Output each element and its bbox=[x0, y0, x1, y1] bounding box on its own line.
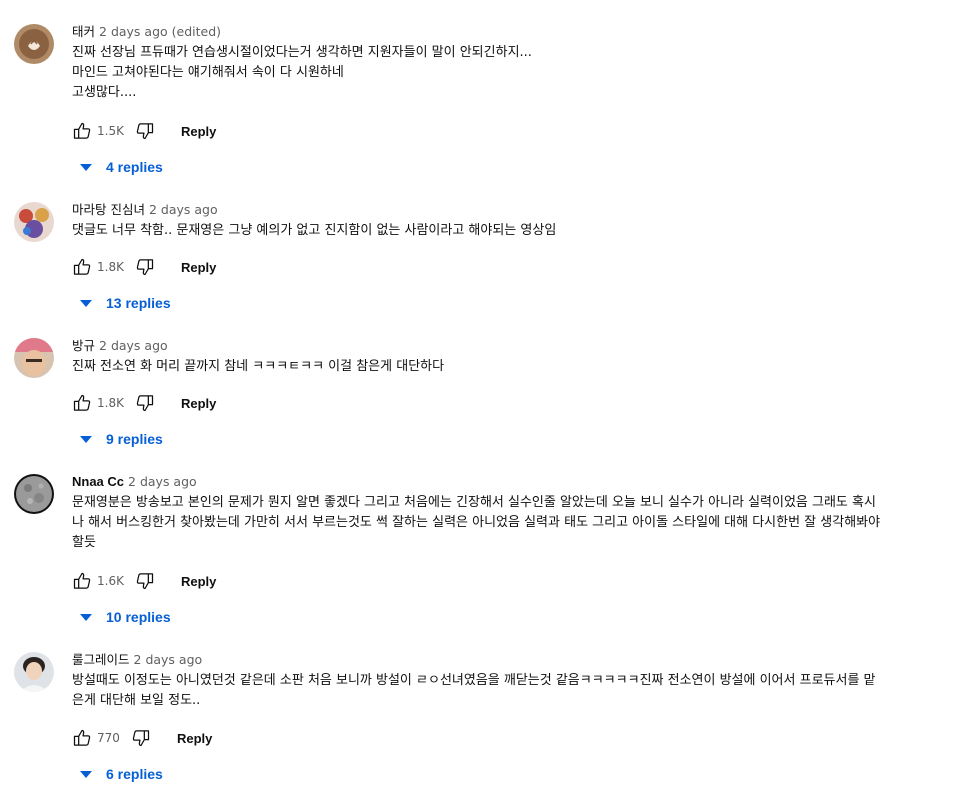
like-count: 1.8K bbox=[97, 396, 124, 410]
replies-count-label: 6 replies bbox=[106, 766, 163, 782]
triangle-down-icon bbox=[80, 163, 92, 171]
avatar[interactable] bbox=[14, 202, 54, 242]
comment-date[interactable]: 2 days ago bbox=[134, 652, 203, 667]
comment-text: 진짜 전소연 화 머리 끝까지 참네 ㅋㅋㅋㅌㅋㅋ 이걸 참은게 대단하다 bbox=[72, 357, 942, 377]
author-name[interactable]: 마라탕 진심녀 bbox=[72, 202, 145, 217]
comment-date[interactable]: 2 days ago bbox=[99, 338, 168, 353]
view-replies-button[interactable]: 6 replies bbox=[76, 762, 163, 786]
comment-text-line: 은게 대단해 보일 정도.. bbox=[72, 693, 201, 708]
view-replies-button[interactable]: 4 replies bbox=[76, 155, 163, 179]
comment-actions: 1.6K Reply bbox=[72, 569, 216, 593]
comment-header: Nnaa Cc 2 days ago bbox=[72, 474, 942, 492]
comment-text-line: 댓글도 너무 착함.. 문재영은 그냥 예의가 없고 진지함이 없는 사람이라고… bbox=[72, 223, 557, 238]
comment-text: 방설때도 이정도는 아니였던것 같은데 소판 처음 보니까 방설이 ㄹㅇ선녀였음… bbox=[72, 671, 942, 711]
thumb-down-icon[interactable] bbox=[135, 393, 155, 413]
like-count: 1.8K bbox=[97, 260, 124, 274]
comment-text-line: 방설때도 이정도는 아니였던것 같은데 소판 처음 보니까 방설이 ㄹㅇ선녀였음… bbox=[72, 673, 876, 688]
author-name[interactable]: 룰그레이드 bbox=[72, 652, 130, 667]
comment-date[interactable]: 2 days ago bbox=[128, 474, 197, 489]
thumb-up-icon[interactable] bbox=[72, 121, 92, 141]
thumb-up-icon[interactable] bbox=[72, 257, 92, 277]
comment-body: 룰그레이드 2 days ago 방설때도 이정도는 아니였던것 같은데 소판 처… bbox=[72, 652, 942, 711]
like-count: 770 bbox=[97, 731, 120, 745]
comment-body: 방규 2 days ago 진짜 전소연 화 머리 끝까지 참네 ㅋㅋㅋㅌㅋㅋ 이… bbox=[72, 338, 942, 377]
comment-text-line: 마인드 고쳐야된다는 얘기해줘서 속이 다 시원하네 bbox=[72, 65, 344, 80]
thumb-down-icon[interactable] bbox=[131, 728, 151, 748]
comment-text: 진짜 선장님 프듀때가 연습생시절이었다는거 생각하면 지원자들이 말이 안되긴… bbox=[72, 43, 942, 103]
comment-header: 룰그레이드 2 days ago bbox=[72, 652, 942, 670]
reply-button[interactable]: Reply bbox=[177, 731, 212, 746]
like-count: 1.5K bbox=[97, 124, 124, 138]
avatar[interactable] bbox=[14, 652, 54, 692]
thumb-up-icon[interactable] bbox=[72, 571, 92, 591]
avatar[interactable] bbox=[14, 474, 54, 514]
reply-button[interactable]: Reply bbox=[181, 124, 216, 139]
replies-count-label: 9 replies bbox=[106, 431, 163, 447]
view-replies-button[interactable]: 10 replies bbox=[76, 605, 171, 629]
comment-actions: 1.8K Reply bbox=[72, 255, 216, 279]
comment-header: 방규 2 days ago bbox=[72, 338, 942, 356]
replies-count-label: 10 replies bbox=[106, 609, 171, 625]
comment-text-line: 문재영분은 방송보고 본인의 문제가 뭔지 알면 좋겠다 그리고 처음에는 긴장… bbox=[72, 495, 876, 510]
view-replies-button[interactable]: 13 replies bbox=[76, 291, 171, 315]
comment-text-line: 나 해서 버스킹한거 찾아봤는데 가만히 서서 부르는것도 썩 잘하는 실력은 … bbox=[72, 515, 881, 530]
comment-text: 댓글도 너무 착함.. 문재영은 그냥 예의가 없고 진지함이 없는 사람이라고… bbox=[72, 221, 942, 241]
avatar[interactable] bbox=[14, 338, 54, 378]
author-name[interactable]: Nnaa Cc bbox=[72, 474, 124, 489]
comment-header: 태커 2 days ago (edited) bbox=[72, 24, 942, 42]
view-replies-button[interactable]: 9 replies bbox=[76, 427, 163, 451]
comment-text-line: 진짜 전소연 화 머리 끝까지 참네 ㅋㅋㅋㅌㅋㅋ 이걸 참은게 대단하다 bbox=[72, 359, 445, 374]
thumb-down-icon[interactable] bbox=[135, 257, 155, 277]
thumb-down-icon[interactable] bbox=[135, 571, 155, 591]
comment-date[interactable]: 2 days ago (edited) bbox=[99, 24, 221, 39]
like-count: 1.6K bbox=[97, 574, 124, 588]
comment-body: Nnaa Cc 2 days ago 문재영분은 방송보고 본인의 문제가 뭔지 … bbox=[72, 474, 942, 553]
replies-count-label: 4 replies bbox=[106, 159, 163, 175]
avatar[interactable] bbox=[14, 24, 54, 64]
triangle-down-icon bbox=[80, 770, 92, 778]
comment-date[interactable]: 2 days ago bbox=[149, 202, 218, 217]
thumb-down-icon[interactable] bbox=[135, 121, 155, 141]
comment-body: 태커 2 days ago (edited) 진짜 선장님 프듀때가 연습생시절이… bbox=[72, 24, 942, 103]
reply-button[interactable]: Reply bbox=[181, 574, 216, 589]
comment-text-line: 진짜 선장님 프듀때가 연습생시절이었다는거 생각하면 지원자들이 말이 안되긴… bbox=[72, 45, 532, 60]
comment-header: 마라탕 진심녀 2 days ago bbox=[72, 202, 942, 220]
comment-actions: 1.8K Reply bbox=[72, 391, 216, 415]
triangle-down-icon bbox=[80, 435, 92, 443]
replies-count-label: 13 replies bbox=[106, 295, 171, 311]
author-name[interactable]: 태커 bbox=[72, 24, 95, 39]
comment-text: 문재영분은 방송보고 본인의 문제가 뭔지 알면 좋겠다 그리고 처음에는 긴장… bbox=[72, 493, 942, 553]
triangle-down-icon bbox=[80, 613, 92, 621]
comment-actions: 1.5K Reply bbox=[72, 119, 216, 143]
reply-button[interactable]: Reply bbox=[181, 260, 216, 275]
author-name[interactable]: 방규 bbox=[72, 338, 95, 353]
comment-actions: 770 Reply bbox=[72, 726, 212, 750]
reply-button[interactable]: Reply bbox=[181, 396, 216, 411]
thumb-up-icon[interactable] bbox=[72, 393, 92, 413]
thumb-up-icon[interactable] bbox=[72, 728, 92, 748]
comment-body: 마라탕 진심녀 2 days ago 댓글도 너무 착함.. 문재영은 그냥 예의… bbox=[72, 202, 942, 241]
comment-text-line: 할듯 bbox=[72, 535, 96, 550]
triangle-down-icon bbox=[80, 299, 92, 307]
comment-text-line: 고생많다.... bbox=[72, 85, 137, 100]
